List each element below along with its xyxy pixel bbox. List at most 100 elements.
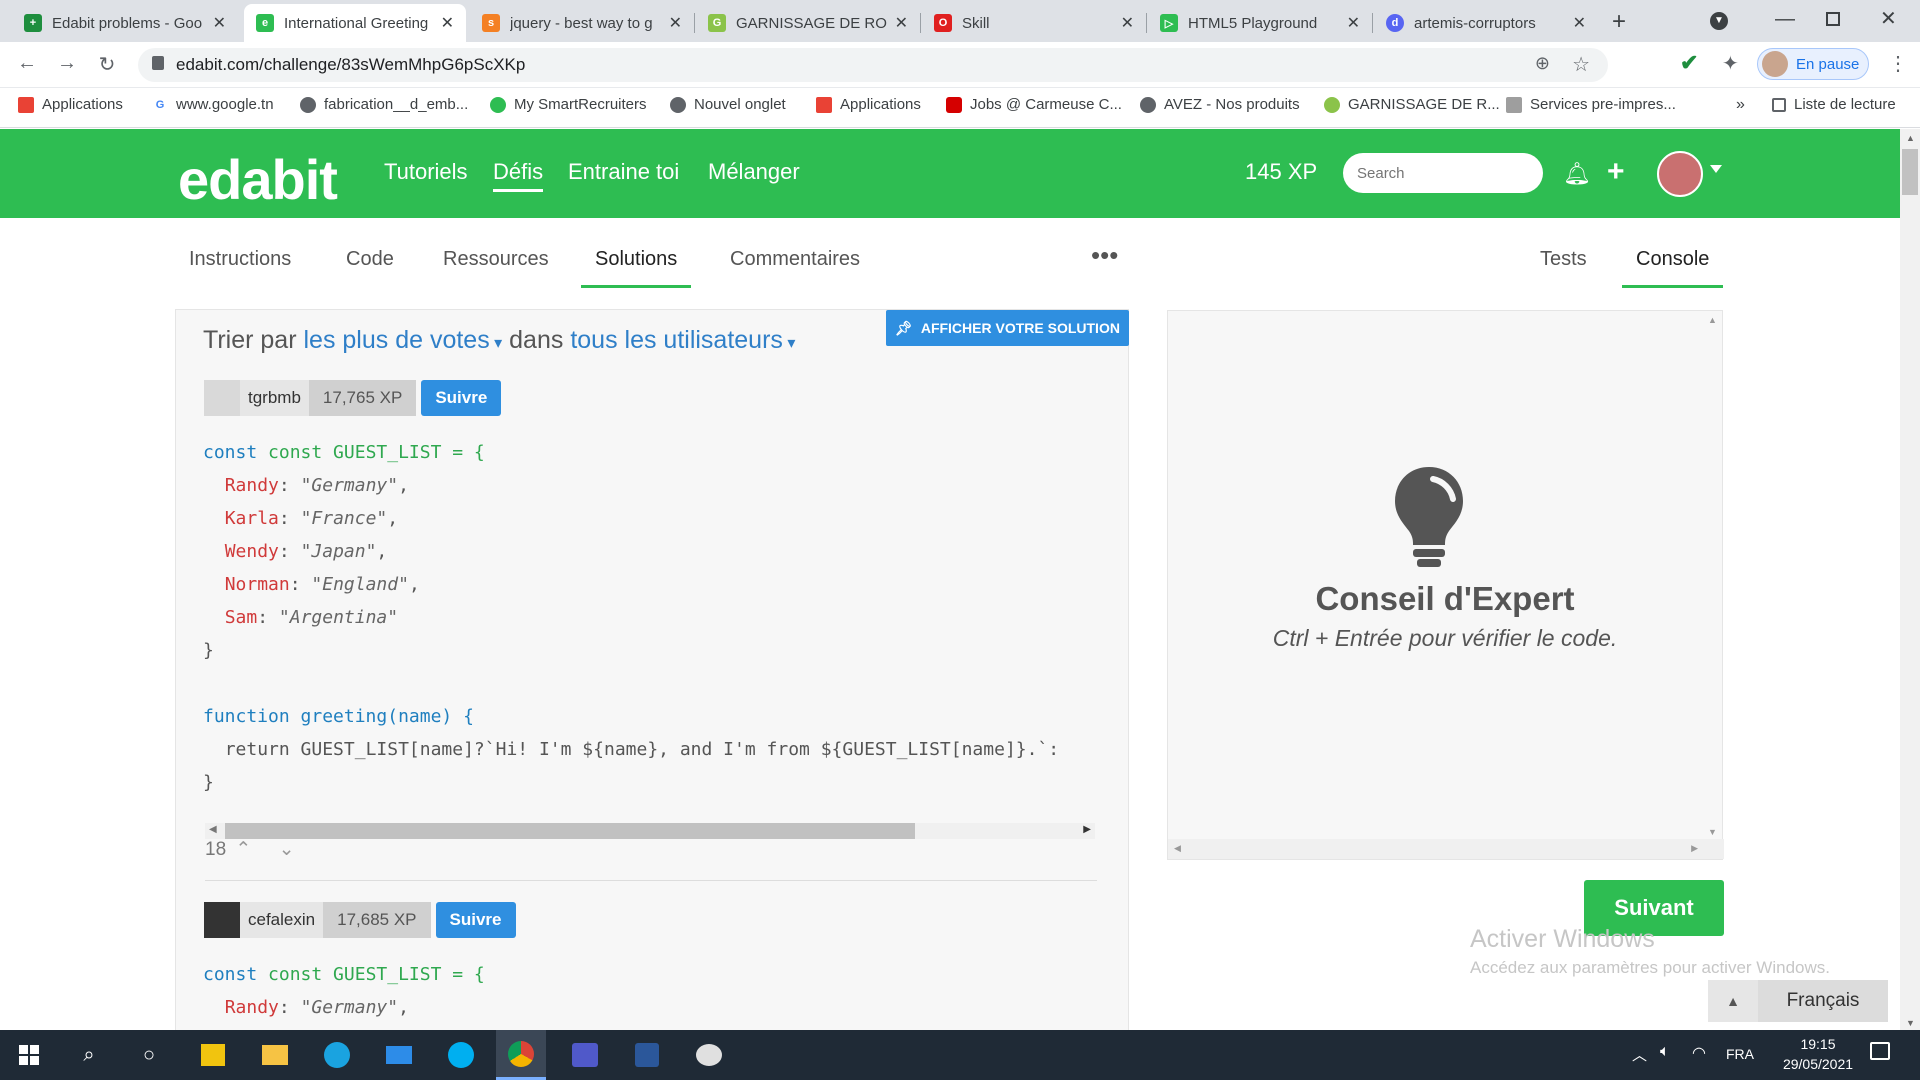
file-explorer-icon[interactable] [258,1038,292,1072]
search-icon[interactable]: ⌕ [72,1038,106,1072]
tab-solutions[interactable]: Solutions [581,248,692,288]
language-selector[interactable]: ▲ Français [1708,980,1888,1022]
plus-icon[interactable]: + [1607,155,1625,189]
search-input[interactable] [1343,153,1543,193]
scroll-left-icon[interactable]: ◀ [1174,843,1181,854]
scroll-right-icon[interactable]: ▶ [1691,843,1698,854]
tab-jquery[interactable]: s jquery - best way to g ✕ [470,4,694,42]
more-options-icon[interactable]: ••• [1091,240,1118,285]
bookmark-nouvel-onglet[interactable]: Nouvel onglet [670,96,786,113]
tab-edabit-problems[interactable]: + Edabit problems - Goo ✕ [12,4,238,42]
bell-icon[interactable]: 🔔︎ [1563,161,1591,187]
profile-button[interactable]: En pause [1757,48,1869,80]
store-icon[interactable] [196,1038,230,1072]
more-bookmarks-icon[interactable]: » [1736,96,1745,114]
sort-by-dropdown[interactable]: les plus de votes ▾ [303,326,502,354]
close-icon[interactable]: ✕ [1573,13,1586,33]
scroll-up-icon[interactable]: ▲ [1906,133,1915,143]
scroll-down-icon[interactable]: ▼ [1906,1018,1915,1028]
close-icon[interactable]: ✕ [1347,13,1360,33]
tab-search-icon[interactable]: ▼ [1710,12,1728,30]
nav-melanger[interactable]: Mélanger [708,159,800,185]
scroll-left-icon[interactable]: ◀ [209,824,217,835]
nav-tutoriels[interactable]: Tutoriels [384,159,468,185]
tab-garnissage[interactable]: G GARNISSAGE DE ROU ✕ [696,4,920,42]
teams-icon[interactable] [568,1038,602,1072]
minimize-icon[interactable]: — [1775,8,1795,31]
new-tab-icon[interactable]: + [1612,8,1626,36]
bookmark-star-icon[interactable]: ☆ [1572,52,1590,77]
chrome-icon[interactable] [496,1030,546,1080]
afficher-solution-button[interactable]: 📌︎ AFFICHER VOTRE SOLUTION [886,310,1129,346]
follow-button[interactable]: Suivre [435,902,516,938]
back-icon[interactable]: ← [14,52,40,75]
scroll-up-icon[interactable]: ▲ [1708,315,1717,325]
nav-entraine-toi[interactable]: Entraine toi [568,159,679,185]
menu-icon[interactable]: ⋮ [1888,51,1908,76]
user-avatar[interactable] [1657,151,1703,197]
close-icon[interactable]: ✕ [213,13,226,33]
avatar[interactable] [204,380,240,416]
downvote-icon[interactable]: ⌄ [279,839,295,860]
tab-console[interactable]: Console [1622,248,1724,288]
close-icon[interactable]: ✕ [895,13,908,33]
close-icon[interactable]: ✕ [1121,13,1134,33]
tab-instructions[interactable]: Instructions [189,248,291,285]
tab-international-greeting[interactable]: e International Greeting ✕ [244,4,466,42]
url-bar[interactable]: edabit.com/challenge/83sWemMhpG6pScXKp ⊕… [138,48,1608,82]
bookmark-applications[interactable]: Applications [18,96,123,113]
chevron-down-icon[interactable] [1710,165,1722,173]
bookmark-smartrecruiters[interactable]: My SmartRecruiters [490,96,647,113]
console-vertical-scrollbar[interactable]: ▲ ▼ [1704,311,1722,841]
bookmark-fabrication[interactable]: fabrication__d_emb... [300,96,468,113]
clock[interactable]: 19:15 29/05/2021 [1778,1036,1858,1072]
tab-artemis[interactable]: d artemis-corruptors ✕ [1374,4,1598,42]
paint-icon[interactable] [692,1038,726,1072]
restore-icon[interactable] [1826,12,1840,26]
tab-skill[interactable]: O Skill ✕ [922,4,1146,42]
scroll-right-icon[interactable]: ▶ [1083,824,1091,835]
tab-ressources[interactable]: Ressources [443,248,549,285]
tab-html5-playground[interactable]: ▷ HTML5 Playground ✕ [1148,4,1372,42]
bookmark-avez[interactable]: AVEZ - Nos produits [1140,96,1300,113]
tab-code[interactable]: Code [346,248,394,285]
bookmark-carmeuse[interactable]: Jobs @ Carmeuse C... [946,96,1122,113]
code-horizontal-scrollbar[interactable]: ◀ ▶ [205,823,1095,839]
bookmark-applications-2[interactable]: Applications [816,96,921,113]
reading-list-button[interactable]: Liste de lecture [1772,96,1896,113]
edabit-logo[interactable]: edabit [178,147,338,212]
scroll-down-icon[interactable]: ▼ [1708,827,1717,837]
bookmark-garnissage[interactable]: GARNISSAGE DE R... [1324,96,1500,113]
sort-scope-dropdown[interactable]: tous les utilisateurs ▾ [570,326,795,354]
scroll-thumb[interactable] [1902,149,1918,195]
windows-start-icon[interactable] [12,1038,46,1072]
input-language[interactable]: FRA [1726,1046,1754,1062]
upvote-icon[interactable]: ⌃ [235,839,251,860]
bookmark-services[interactable]: Services pre-impres... [1506,96,1676,113]
mail-icon[interactable] [382,1038,416,1072]
close-icon[interactable]: ✕ [669,13,682,33]
word-icon[interactable] [630,1038,664,1072]
task-view-icon[interactable]: ○ [132,1038,166,1072]
page-scrollbar[interactable]: ▲ ▼ [1900,129,1920,1030]
follow-button[interactable]: Suivre [421,380,502,416]
forward-icon[interactable]: → [54,52,80,75]
reload-icon[interactable]: ↻ [94,52,120,77]
avatar[interactable] [204,902,240,938]
username[interactable]: tgrbmb [240,380,309,416]
zoom-icon[interactable]: ⊕ [1535,53,1550,74]
edge-icon[interactable] [320,1038,354,1072]
checkmark-extension-icon[interactable]: ✔ [1680,50,1698,76]
tray-chevron-up-icon[interactable]: ︿ [1632,1044,1647,1065]
wifi-icon[interactable]: ◠ [1692,1043,1706,1063]
nav-defis[interactable]: Défis [493,159,544,192]
tab-commentaires[interactable]: Commentaires [730,248,860,285]
notifications-icon[interactable] [1870,1042,1890,1060]
tab-tests[interactable]: Tests [1540,248,1587,285]
console-horizontal-scrollbar[interactable]: ◀ ▶ [1168,839,1724,859]
volume-icon[interactable]: 🔈︎ [1660,1043,1670,1061]
skype-icon[interactable] [444,1038,478,1072]
close-icon[interactable]: ✕ [441,13,454,33]
bookmark-google[interactable]: Gwww.google.tn [152,96,274,113]
scroll-thumb[interactable] [225,823,915,839]
